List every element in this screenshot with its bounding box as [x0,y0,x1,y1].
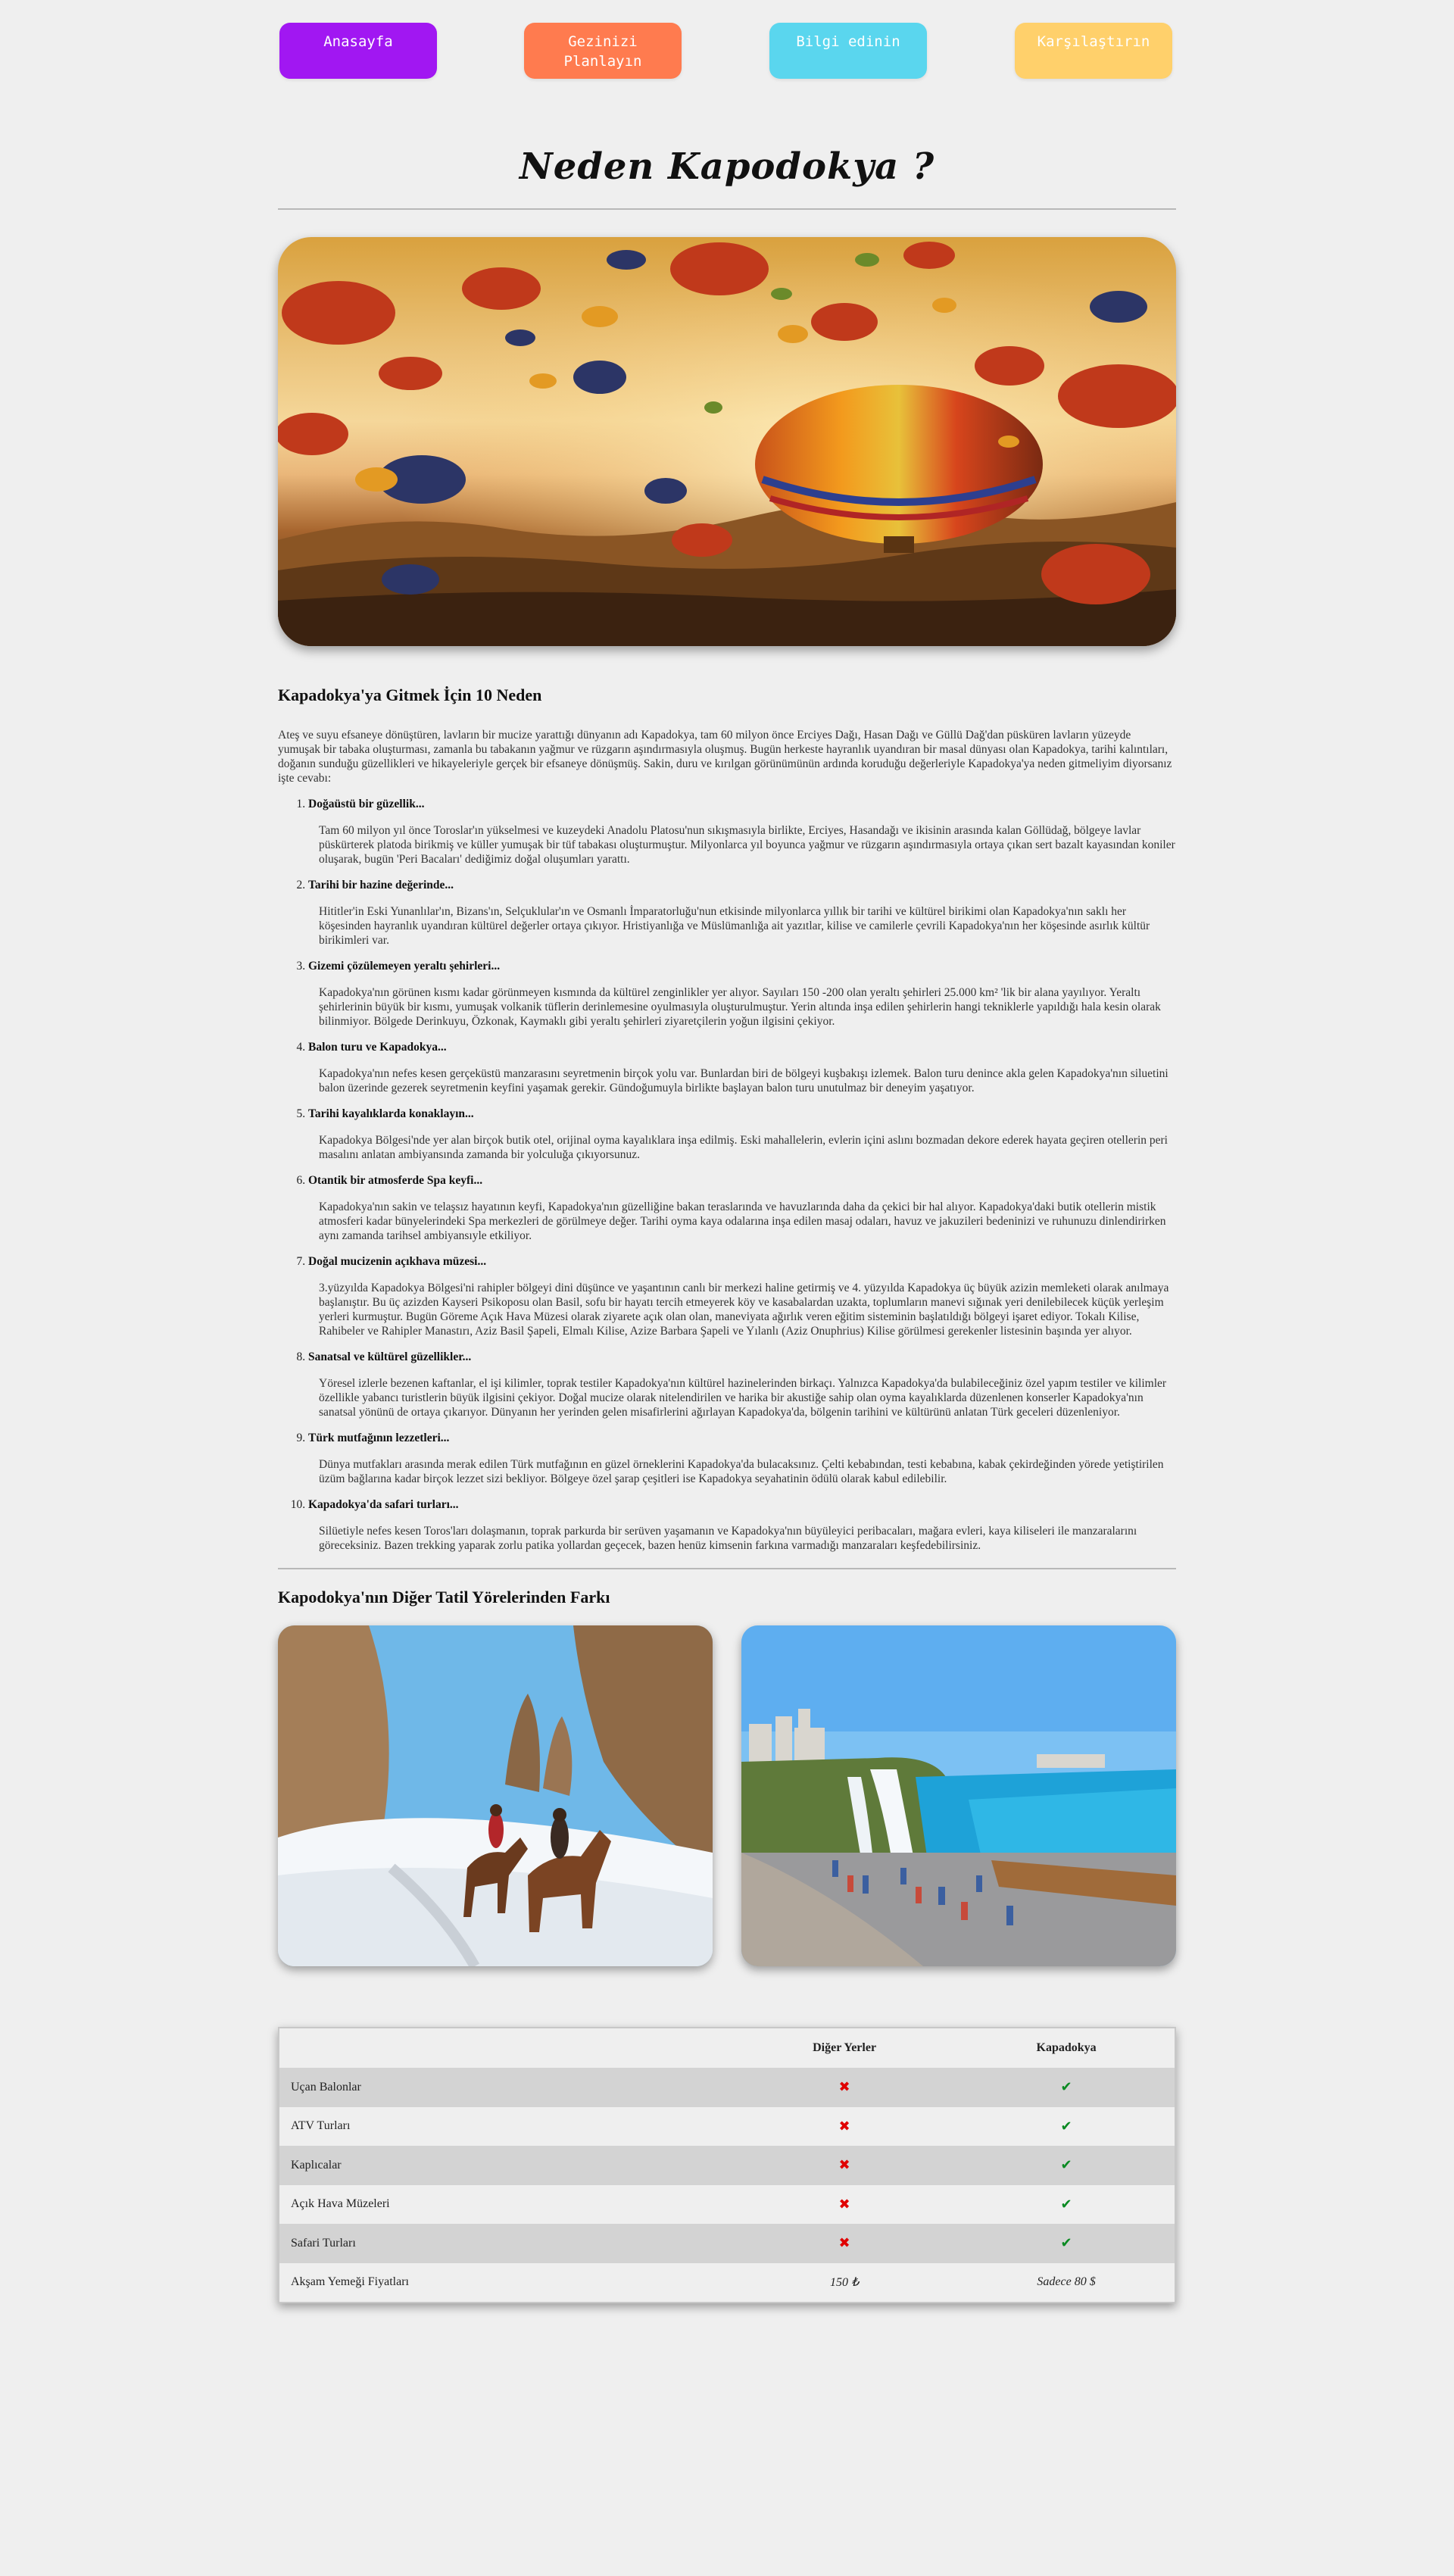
compare-heading: Kapodokya'nın Diğer Tatil Yörelerinden F… [278,1588,610,1606]
snowy-horse-riding-image [278,1625,713,1966]
nav-label: Anasayfa [323,33,393,50]
table-row: ATV Turları ✖ ✔ [279,2106,1175,2146]
nav-label: Gezinizi Planlayın [563,33,642,70]
nav-home-button[interactable]: Anasayfa [279,23,437,79]
table-row: Safari Turları ✖ ✔ [279,2224,1175,2263]
reason-text: Kapadokya'nın görünen kısmı kadar görünm… [319,986,1161,1028]
reason-title: Sanatsal ve kültürel güzellikler... [308,1350,472,1363]
table-row: Kaplıcalar ✖ ✔ [279,2146,1175,2185]
nav-label: Bilgi edinin [796,33,900,50]
list-item: Kapadokya'da safari turları... Silüetiyle… [308,1498,1176,1553]
hot-air-balloons-image [278,237,1176,646]
comparison-table: Diğer Yerler Kapadokya Uçan Balonlar ✖ ✔… [278,2027,1176,2303]
feature-cell: Kaplıcalar [279,2146,731,2185]
table-row: Akşam Yemeği Fiyatları 150 ₺ Sadece 80 $ [279,2262,1175,2303]
table-header-row: Diğer Yerler Kapadokya [279,2028,1175,2068]
feature-cell: Safari Turları [279,2224,731,2263]
price-kapadokya: Sadece 80 $ [1037,2275,1096,2289]
list-item: Gizemi çözülemeyen yeraltı şehirleri... K… [308,960,1176,1029]
reason-text: 3.yüzyılda Kapadokya Bölgesi'ni rahipler… [319,1282,1169,1338]
list-item: Balon turu ve Kapadokya... Kapadokya'nın … [308,1041,1176,1095]
waterfall-coast-image [741,1625,1176,1966]
list-item: Tarihi kayalıklarda konaklayın... Kapadok… [308,1107,1176,1162]
nav-plan-trip-button[interactable]: Gezinizi Planlayın [524,23,682,79]
balloons-illustration [278,237,1176,646]
cross-icon: ✖ [838,2196,850,2212]
reasons-list: Doğaüstü bir güzellik... Tam 60 milyon yı… [278,798,1176,1553]
reasons-heading: Kapadokya'ya Gitmek İçin 10 Neden [278,685,542,704]
list-item: Doğaüstü bir güzellik... Tam 60 milyon yı… [308,798,1176,866]
reason-text: Dünya mutfakları arasında merak edilen T… [319,1458,1164,1485]
nav-info-button[interactable]: Bilgi edinin [769,23,927,79]
reason-title: Otantik bir atmosferde Spa keyfi... [308,1174,483,1187]
check-icon: ✔ [1060,2196,1072,2212]
table-header-feature [279,2028,731,2068]
reason-title: Tarihi kayalıklarda konaklayın... [308,1107,474,1120]
cross-icon: ✖ [838,2079,850,2096]
divider [278,208,1176,210]
reason-title: Tarihi bir hazine değerinde... [308,879,454,891]
nav-label: Karşılaştırın [1037,33,1150,50]
reason-title: Doğal mucizenin açıkhava müzesi... [308,1255,487,1268]
reason-text: Kapadokya'nın nefes kesen gerçeküstü man… [319,1067,1169,1094]
check-icon: ✔ [1060,2118,1072,2134]
cross-icon: ✖ [838,2235,850,2252]
cross-icon: ✖ [838,2118,850,2134]
feature-cell: ATV Turları [279,2106,731,2146]
table-header-other: Diğer Yerler [731,2028,959,2068]
nav-compare-button[interactable]: Karşılaştırın [1015,23,1172,79]
table-row: Uçan Balonlar ✖ ✔ [279,2068,1175,2107]
intro-paragraph: Ateş ve suyu efsaneye dönüştüren, lavlar… [278,729,1172,785]
reason-text: Kapadokya'nın sakin ve telaşsız hayatını… [319,1201,1166,1242]
table-header-kapadokya: Kapadokya [958,2028,1175,2068]
page: Anasayfa Gezinizi Planlayın Bilgi edinin… [278,0,1176,2303]
table-row: Açık Hava Müzeleri ✖ ✔ [279,2184,1175,2224]
reason-text: Hititler'in Eski Yunanlılar'ın, Bizans'ı… [319,905,1150,947]
reason-text: Silüetiyle nefes kesen Toros'ları dolaşm… [319,1525,1137,1552]
title-section: Neden Kapodokya ? [278,140,1176,193]
divider [278,1568,1176,1569]
photo-row [278,1625,1176,1966]
list-item: Tarihi bir hazine değerinde... Hititler'i… [308,879,1176,948]
waterfall-illustration [741,1625,1176,1966]
list-item: Doğal mucizenin açıkhava müzesi... 3.yüzy… [308,1255,1176,1338]
reason-title: Türk mutfağının lezzetleri... [308,1432,450,1444]
reason-text: Yöresel izlerle bezenen kaftanlar, el iş… [319,1377,1167,1419]
list-item: Türk mutfağının lezzetleri... Dünya mutfa… [308,1432,1176,1486]
check-icon: ✔ [1060,2157,1072,2174]
snow-horse-illustration [278,1625,713,1966]
feature-cell: Uçan Balonlar [279,2068,731,2107]
feature-cell: Akşam Yemeği Fiyatları [279,2262,731,2303]
top-nav: Anasayfa Gezinizi Planlayın Bilgi edinin… [278,0,1176,80]
page-title: Neden Kapodokya ? [519,145,935,188]
cross-icon: ✖ [838,2157,850,2174]
reason-text: Kapadokya Bölgesi'nde yer alan birçok bu… [319,1134,1168,1161]
feature-cell: Açık Hava Müzeleri [279,2184,731,2224]
check-icon: ✔ [1060,2079,1072,2096]
reason-text: Tam 60 milyon yıl önce Toroslar'ın yükse… [319,824,1175,866]
check-icon: ✔ [1060,2235,1072,2252]
reason-title: Gizemi çözülemeyen yeraltı şehirleri... [308,960,501,973]
list-item: Sanatsal ve kültürel güzellikler... Yöres… [308,1350,1176,1419]
reason-title: Doğaüstü bir güzellik... [308,798,425,810]
price-other: 150 ₺ [829,2276,860,2290]
reason-title: Kapadokya'da safari turları... [308,1498,459,1511]
reason-title: Balon turu ve Kapadokya... [308,1041,447,1054]
list-item: Otantik bir atmosferde Spa keyfi... Kapad… [308,1174,1176,1243]
